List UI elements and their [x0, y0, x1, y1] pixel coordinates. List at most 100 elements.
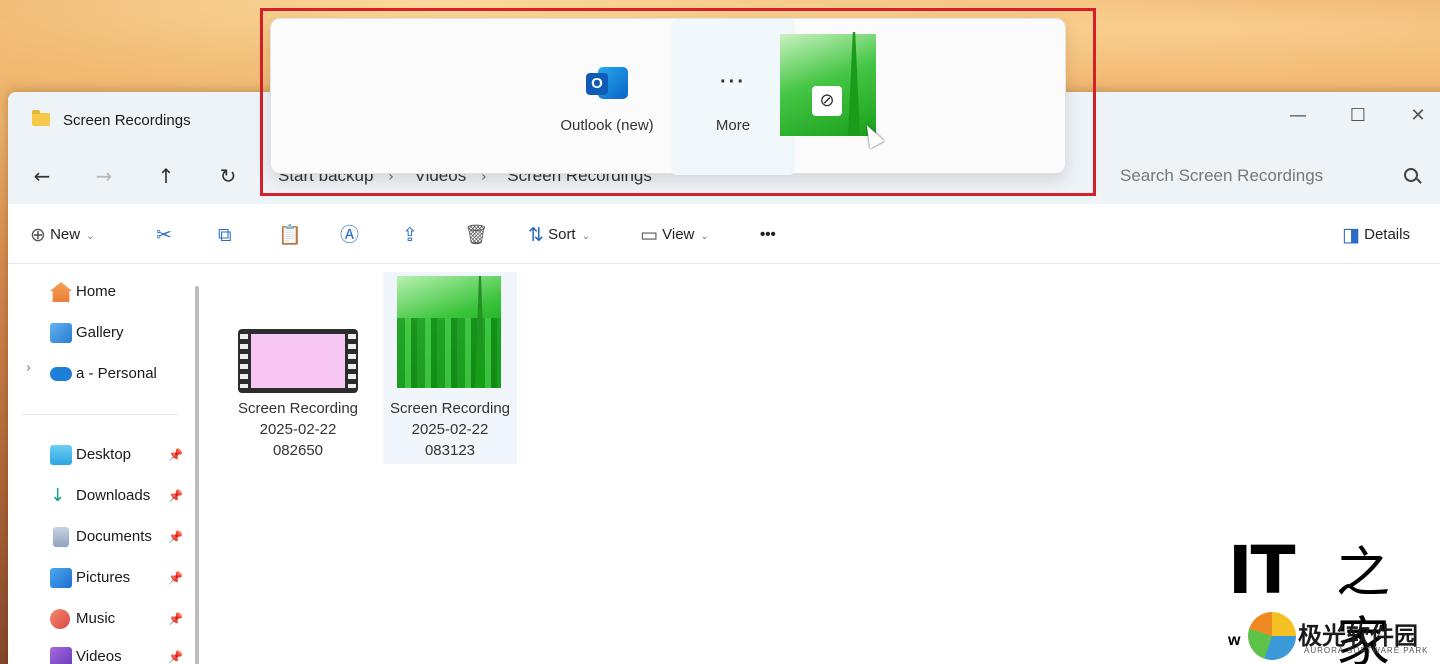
window-title: Screen Recordings: [63, 112, 191, 129]
rename-icon: Ⓐ: [340, 224, 360, 247]
file-item[interactable]: Screen Recording 2025-02-22 082650: [231, 398, 365, 461]
share-target-label: More: [715, 117, 751, 134]
new-label: New: [50, 226, 81, 243]
pin-icon[interactable]: 📌: [168, 489, 183, 503]
video-preview: [251, 334, 345, 388]
details-button[interactable]: ◨ Details: [1342, 222, 1410, 248]
file-name-line: Screen Recording: [389, 400, 511, 417]
pictures-icon: [50, 568, 72, 589]
delete-button[interactable]: 🗑: [464, 222, 488, 248]
back-button[interactable]: ←: [26, 160, 58, 192]
sidebar-item-desktop[interactable]: Desktop: [50, 440, 131, 470]
more-options-button[interactable]: •••: [760, 222, 776, 248]
sidebar-item-videos[interactable]: Videos: [50, 642, 122, 664]
sidebar-scrollbar[interactable]: [195, 286, 199, 664]
sidebar-item-label: Music: [76, 610, 116, 627]
view-label: View: [662, 226, 695, 243]
share-target-more[interactable]: ··· More: [671, 19, 795, 175]
pin-icon[interactable]: 📌: [168, 448, 183, 462]
file-name-line: 2025-02-22: [411, 421, 489, 438]
search-input[interactable]: Search Screen Recordings: [1106, 158, 1440, 194]
sidebar-item-label: Pictures: [76, 569, 131, 586]
pin-icon[interactable]: 📌: [168, 530, 183, 544]
command-bar: ⊕ New ⌄ ✂ ⧉ 📋 Ⓐ ⇪ 🗑 ⇅ Sort ⌄ ▭ View ⌄ ••• ◨…: [8, 204, 1440, 264]
up-button[interactable]: ↑: [150, 160, 182, 192]
chevron-down-icon: ⌄: [700, 231, 709, 242]
music-icon: [50, 609, 70, 630]
sidebar-item-pictures[interactable]: Pictures: [50, 563, 130, 593]
rename-button[interactable]: Ⓐ: [340, 222, 359, 248]
sidebar-divider: [22, 414, 178, 415]
sidebar-item-onedrive-personal[interactable]: a - Personal: [50, 359, 157, 389]
trash-icon: 🗑: [464, 224, 489, 247]
watermark-it: IT: [1228, 532, 1296, 609]
refresh-button[interactable]: ↻: [212, 160, 244, 192]
sidebar-item-label: Downloads: [76, 487, 151, 504]
sidebar-item-downloads[interactable]: ↓ Downloads: [50, 481, 150, 511]
pin-icon[interactable]: 📌: [168, 571, 183, 585]
aurora-logo-icon: [1248, 612, 1296, 660]
pin-icon[interactable]: 📌: [168, 612, 183, 626]
plus-circle-icon: ⊕: [30, 224, 46, 247]
download-icon: ↓: [50, 485, 66, 507]
clipboard-icon: 📋: [278, 224, 302, 247]
chevron-right-icon[interactable]: ›: [26, 361, 31, 376]
sort-label: Sort: [548, 226, 576, 243]
forward-button[interactable]: →: [88, 160, 120, 192]
share-target-label: Outlook (new): [560, 117, 654, 134]
sidebar-item-label: Videos: [76, 648, 122, 664]
watermark-en: AURORA SOFTWARE PARK: [1304, 646, 1429, 655]
outlook-icon: O: [586, 67, 628, 103]
film-strip: [348, 334, 356, 388]
cloud-icon: [50, 367, 72, 382]
document-icon: [53, 527, 69, 548]
thumbnail-buildings: [397, 318, 501, 388]
drag-preview: ⊘: [780, 32, 876, 136]
outlook-icon-front: O: [586, 73, 608, 95]
details-pane-icon: ◨: [1342, 224, 1360, 247]
share-icon: ⇪: [402, 224, 418, 247]
chevron-down-icon: ⌄: [86, 231, 95, 242]
navigation-pane: Home Gallery › a - Personal Desktop 📌 ↓ D…: [8, 264, 204, 664]
sidebar-item-gallery[interactable]: Gallery: [50, 318, 124, 348]
file-name-line: 082650: [272, 442, 324, 459]
sidebar-item-documents[interactable]: Documents: [50, 522, 152, 552]
minimize-button[interactable]: —: [1278, 100, 1318, 132]
share-flyout: O Outlook (new) ··· More: [270, 18, 1066, 175]
copy-button[interactable]: ⧉: [218, 222, 232, 248]
gallery-icon: [50, 323, 72, 344]
file-name-line: Screen Recording: [237, 400, 359, 417]
sort-button[interactable]: ⇅ Sort ⌄: [528, 222, 590, 248]
video-file-icon: [238, 329, 358, 393]
search-placeholder: Search Screen Recordings: [1120, 166, 1324, 185]
sidebar-item-label: Gallery: [76, 324, 124, 341]
sidebar-item-home[interactable]: Home: [50, 277, 116, 307]
more-icon: ···: [720, 71, 746, 93]
cut-button[interactable]: ✂: [156, 222, 172, 248]
sidebar-item-label: a - Personal: [76, 365, 157, 382]
drag-preview-tower: [848, 32, 860, 136]
view-button[interactable]: ▭ View ⌄: [640, 222, 709, 248]
home-icon: [50, 282, 72, 303]
view-icon: ▭: [640, 224, 658, 247]
desktop-icon: [50, 445, 72, 466]
sidebar-item-music[interactable]: Music: [50, 604, 115, 634]
pin-icon[interactable]: 📌: [168, 650, 183, 664]
maximize-button[interactable]: ☐: [1338, 100, 1378, 132]
sidebar-item-label: Home: [76, 283, 117, 300]
file-name-line: 2025-02-22: [259, 421, 337, 438]
film-strip: [240, 334, 248, 388]
paste-button[interactable]: 📋: [278, 222, 302, 248]
video-thumbnail: [397, 276, 501, 388]
details-label: Details: [1364, 226, 1410, 243]
new-button[interactable]: ⊕ New ⌄: [30, 222, 95, 248]
share-button[interactable]: ⇪: [402, 222, 418, 248]
file-name-line: 083123: [424, 442, 476, 459]
chevron-down-icon: ⌄: [581, 231, 590, 242]
no-drop-icon: ⊘: [812, 86, 842, 116]
close-button[interactable]: ✕: [1398, 100, 1438, 132]
watermark: IT 之家 w 极光软件园 AURORA SOFTWARE PARK: [1226, 536, 1440, 664]
watermark-w: w: [1228, 632, 1241, 649]
share-target-outlook[interactable]: O Outlook (new): [547, 19, 667, 175]
sidebar-item-label: Documents: [76, 528, 152, 545]
